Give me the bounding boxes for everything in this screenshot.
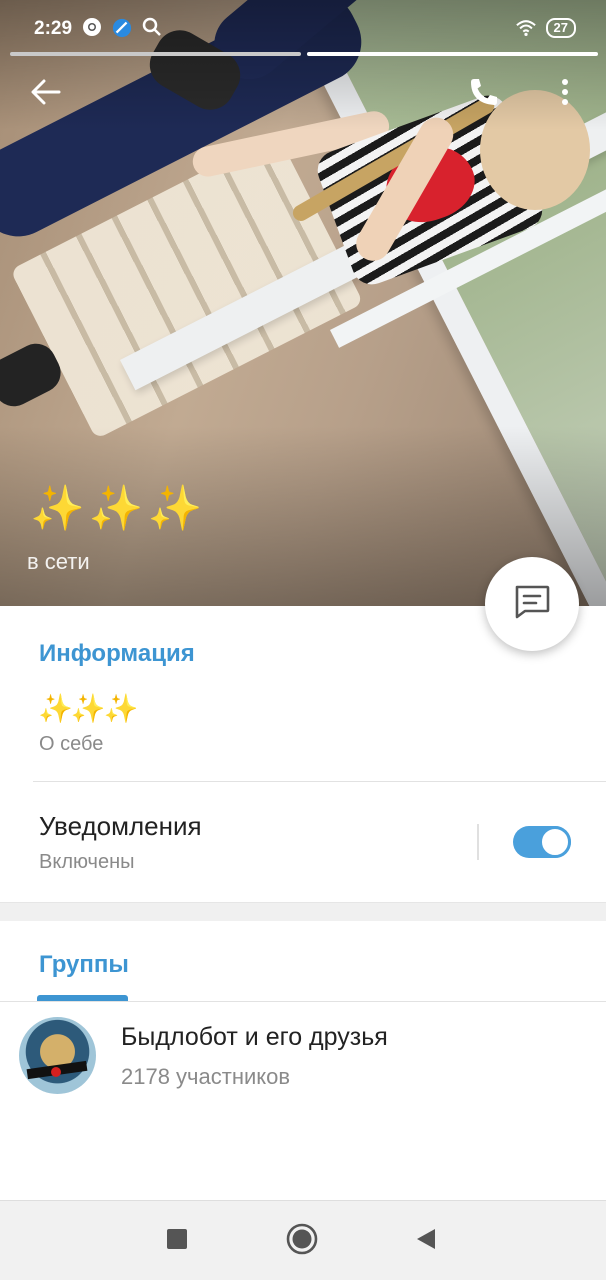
phone-icon [468,76,500,113]
profile-name: ✨✨✨ [30,484,207,533]
circle-icon [286,1223,318,1260]
section-gap [0,902,606,921]
story-progress [10,52,598,56]
notifications-toggle[interactable] [513,826,571,858]
vertical-divider [477,824,479,860]
square-icon [166,1228,188,1255]
status-time: 2:29 [34,18,73,39]
tab-groups[interactable]: Группы [39,951,129,979]
status-bar: 2:29 27 [0,0,606,60]
app-icon [112,17,132,38]
bio-value[interactable]: ✨✨✨ [38,692,139,725]
groups-section: Группы Быдлобот и его друзья 2178 участн… [0,921,606,1200]
story-progress-segment [307,52,598,56]
system-navigation-bar [0,1200,606,1280]
status-icons-left [82,17,162,38]
profile-photo[interactable]: 2:29 27 ✨✨✨ в сети [0,0,606,606]
more-button[interactable] [541,70,589,118]
back-button[interactable] [22,70,70,118]
toggle-knob [539,826,571,858]
info-section: Информация ✨✨✨ О себе Уведомления Включе… [0,606,606,902]
call-button[interactable] [460,70,508,118]
nav-back-button[interactable] [408,1223,444,1259]
wifi-icon [515,18,536,38]
home-button[interactable] [284,1223,320,1259]
triangle-back-icon [415,1227,437,1256]
message-icon [513,584,551,625]
more-vertical-icon [561,78,569,111]
bio-label: О себе [39,733,104,755]
arrow-back-icon [31,79,61,110]
status-icons-right: 27 [515,18,576,38]
battery-icon: 27 [545,18,576,38]
group-members: 2178 участников [121,1064,291,1089]
avatar-detail [51,1067,61,1077]
message-button[interactable] [485,557,579,651]
divider [33,781,606,782]
notifications-title[interactable]: Уведомления [39,811,202,842]
chrome-icon [82,17,102,37]
tab-divider [0,1001,606,1002]
story-progress-segment [10,52,301,56]
notifications-value: Включены [39,851,135,873]
group-list-item[interactable]: Быдлобот и его друзья 2178 участников [0,1007,606,1107]
profile-status: в сети [27,549,90,574]
info-section-title: Информация [39,640,195,667]
recents-button[interactable] [159,1223,195,1259]
group-name: Быдлобот и его друзья [121,1023,388,1051]
search-icon [142,17,162,37]
group-avatar [19,1017,96,1094]
